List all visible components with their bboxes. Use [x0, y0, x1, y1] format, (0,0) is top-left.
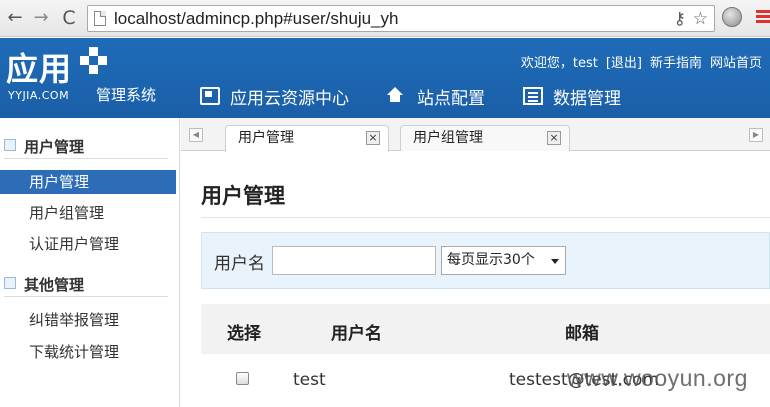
window-icon: [200, 87, 220, 105]
home-icon: [387, 87, 407, 105]
divider: [4, 296, 168, 297]
logo-text: 应用: [6, 50, 73, 88]
column-header-select: 选择: [227, 324, 261, 344]
sidebar-group-label: 其他管理: [24, 276, 85, 294]
star-icon[interactable]: ☆: [693, 9, 708, 29]
url-text[interactable]: localhost/admincp.php#user/shuju_yh: [114, 9, 398, 29]
close-icon[interactable]: ×: [547, 131, 561, 145]
logo-subtext: YYJIA.COM: [8, 89, 70, 102]
divider: [201, 217, 770, 218]
tab-user-manage[interactable]: 用户管理 ×: [225, 125, 389, 152]
nav-app-cloud[interactable]: 应用云资源中心: [200, 84, 349, 109]
sidebar: 用户管理 用户管理 用户组管理 认证用户管理 其他管理 纠错举报管理 下载统计管…: [0, 118, 180, 407]
welcome-text: 欢迎您，test: [520, 56, 598, 71]
app-header: 应用 YYJIA.COM 管理系统 欢迎您，test [退出] 新手指南 网站首页 应…: [0, 38, 770, 118]
sidebar-item-user-manage[interactable]: 用户管理: [0, 170, 176, 194]
menu-icon[interactable]: [756, 10, 770, 24]
tab-strip: ◀ 用户管理 × 用户组管理 × ▶: [181, 118, 770, 152]
logo-icon: [80, 47, 107, 74]
header-links: 欢迎您，test [退出] 新手指南 网站首页: [513, 52, 762, 71]
tab-label: 用户管理: [238, 130, 294, 146]
tab-label: 用户组管理: [413, 130, 483, 146]
scroll-right-icon[interactable]: ▶: [749, 128, 763, 142]
sidebar-item-download-stats[interactable]: 下载统计管理: [0, 340, 176, 364]
nav-label: 站点配置: [417, 88, 485, 109]
tab-user-group-manage[interactable]: 用户组管理 ×: [400, 125, 570, 151]
watermark: www.wooyun.org: [567, 365, 748, 391]
collapse-icon: [4, 277, 16, 289]
sidebar-item-verified-user-manage[interactable]: 认证用户管理: [0, 232, 176, 256]
key-icon[interactable]: ⚷: [674, 9, 686, 29]
guide-link[interactable]: 新手指南: [650, 56, 702, 71]
username-input[interactable]: [272, 246, 436, 275]
nav-data-manage[interactable]: 数据管理: [523, 84, 621, 109]
nav-site-config[interactable]: 站点配置: [387, 84, 485, 109]
globe-icon[interactable]: [722, 7, 742, 27]
sidebar-item-error-report[interactable]: 纠错举报管理: [0, 308, 176, 332]
close-icon[interactable]: ×: [366, 131, 380, 145]
username-label: 用户名: [214, 254, 265, 274]
sidebar-group-user[interactable]: 用户管理: [0, 130, 180, 160]
per-page-select[interactable]: 每页显示30个: [441, 246, 566, 275]
sidebar-item-user-group-manage[interactable]: 用户组管理: [0, 201, 176, 225]
site-home-link[interactable]: 网站首页: [710, 56, 762, 71]
column-header-username: 用户名: [331, 324, 382, 344]
nav-label: 数据管理: [553, 88, 621, 109]
scroll-left-icon[interactable]: ◀: [189, 128, 203, 142]
reload-button[interactable]: C: [58, 7, 80, 29]
browser-toolbar: ← → C localhost/admincp.php#user/shuju_y…: [0, 0, 770, 37]
divider: [4, 158, 168, 159]
list-icon: [523, 87, 543, 105]
system-name: 管理系统: [96, 86, 157, 104]
top-nav: 应用云资源中心 站点配置 数据管理: [200, 83, 659, 109]
chevron-down-icon: [551, 259, 559, 264]
sidebar-group-other[interactable]: 其他管理: [0, 268, 180, 298]
forward-button[interactable]: →: [30, 7, 52, 29]
back-button[interactable]: ←: [4, 7, 26, 29]
page-title: 用户管理: [201, 184, 285, 208]
logout-link[interactable]: [退出]: [606, 56, 642, 71]
row-checkbox[interactable]: [236, 372, 249, 385]
page-icon: [94, 11, 106, 26]
per-page-value: 每页显示30个: [447, 252, 535, 268]
sidebar-group-label: 用户管理: [24, 138, 85, 156]
column-header-email: 邮箱: [565, 324, 599, 344]
collapse-icon: [4, 139, 16, 151]
filter-bar: 用户名 每页显示30个: [201, 232, 770, 289]
nav-label: 应用云资源中心: [230, 88, 349, 109]
address-bar[interactable]: localhost/admincp.php#user/shuju_yh ⚷ ☆: [87, 5, 715, 32]
table-header: 选择 用户名 邮箱: [201, 304, 770, 354]
cell-username: test: [293, 370, 326, 390]
